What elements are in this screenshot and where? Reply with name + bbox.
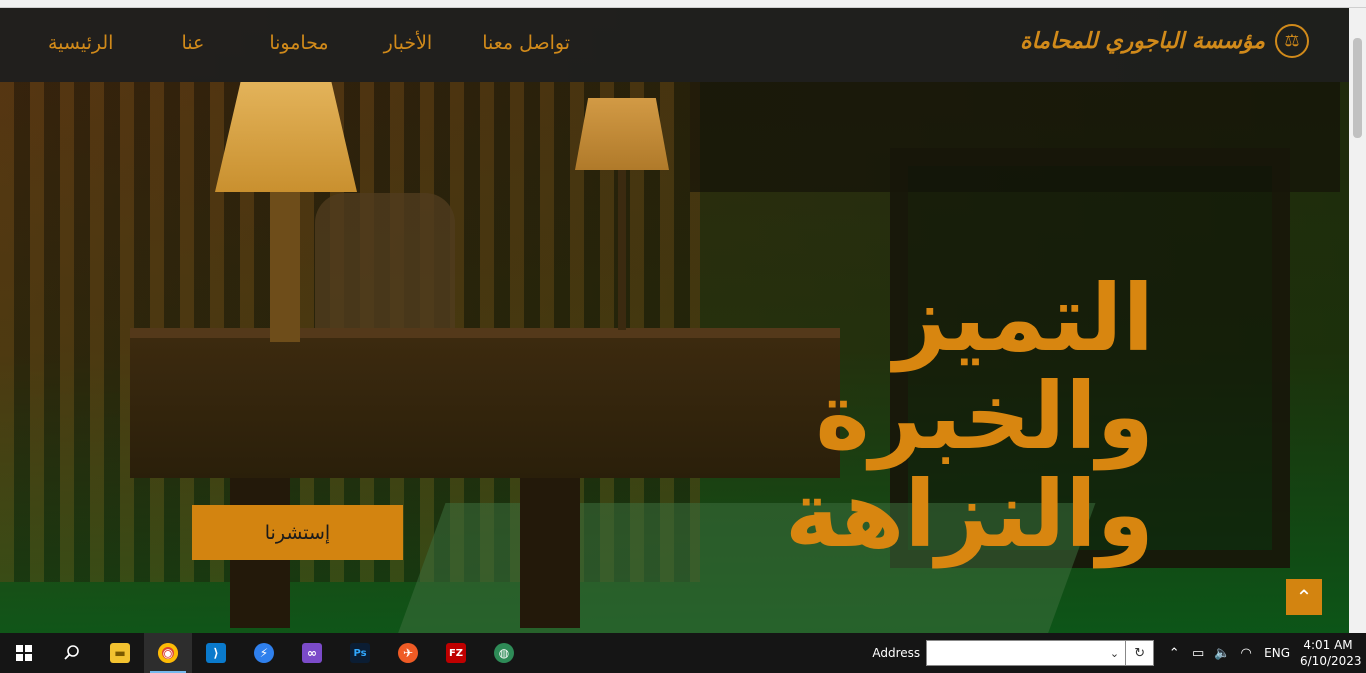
nav-menu: الرئيسية عنا محامونا الأخبار تواصل معنا bbox=[48, 32, 570, 54]
volume-icon[interactable]: 🔈 bbox=[1210, 646, 1234, 661]
hero-background-desk bbox=[130, 328, 840, 478]
consult-us-button[interactable]: إستشرنا bbox=[192, 505, 403, 560]
chrome-icon: ◉ bbox=[158, 643, 178, 663]
taskbar-app-visual-studio[interactable]: ∞ bbox=[288, 633, 336, 673]
search-button[interactable] bbox=[48, 633, 96, 673]
file-explorer-icon: ▬ bbox=[110, 643, 130, 663]
windows-taskbar: ▬ ◉ ⟩ ⚡ ∞ Ps ✈ FZ ◍ Address ⌄ ↻ ⌃ ▭ 🔈 ◠ … bbox=[0, 633, 1366, 673]
taskbar-clock[interactable]: 4:01 AM 6/10/2023 bbox=[1300, 637, 1362, 669]
network-globe-icon: ◍ bbox=[494, 643, 514, 663]
postman-icon: ✈ bbox=[398, 643, 418, 663]
search-icon bbox=[64, 645, 79, 660]
app-blue-icon: ⚡ bbox=[254, 643, 274, 663]
taskbar-app-blue[interactable]: ⚡ bbox=[240, 633, 288, 673]
page-scrollbar[interactable] bbox=[1349, 8, 1366, 633]
site-navbar: الرئيسية عنا محامونا الأخبار تواصل معنا … bbox=[0, 8, 1349, 82]
scrollbar-thumb[interactable] bbox=[1353, 38, 1362, 138]
battery-icon[interactable]: ▭ bbox=[1186, 646, 1210, 661]
logo-text: مؤسسة الباجوري للمحاماة bbox=[1020, 28, 1265, 54]
browser-top-edge bbox=[0, 0, 1366, 8]
scales-icon: ⚖ bbox=[1275, 24, 1309, 58]
refresh-icon[interactable]: ↻ bbox=[1126, 640, 1155, 666]
hero-background-chair bbox=[315, 193, 455, 333]
hero-background-desk-leg bbox=[520, 478, 580, 628]
wifi-icon[interactable]: ◠ bbox=[1234, 646, 1258, 661]
headline-line: التميز bbox=[893, 265, 1154, 372]
taskbar-app-file-explorer[interactable]: ▬ bbox=[96, 633, 144, 673]
taskbar-app-photoshop[interactable]: Ps bbox=[336, 633, 384, 673]
nav-item-contact[interactable]: تواصل معنا bbox=[482, 32, 570, 54]
hero-background-lamp-base bbox=[270, 192, 300, 342]
taskbar-app-filezilla[interactable]: FZ bbox=[432, 633, 480, 673]
taskbar-app-vscode[interactable]: ⟩ bbox=[192, 633, 240, 673]
input-language-indicator[interactable]: ENG bbox=[1264, 646, 1290, 660]
chevron-up-icon[interactable]: ⌃ bbox=[1162, 646, 1186, 661]
nav-item-home[interactable]: الرئيسية bbox=[48, 32, 113, 54]
taskbar-app-chrome[interactable]: ◉ bbox=[144, 633, 192, 673]
hero-section: التميز والخبرة والنزاهة إستشرنا ⌃ bbox=[0, 8, 1349, 633]
visual-studio-icon: ∞ bbox=[302, 643, 322, 663]
headline-line: والخبرة bbox=[815, 363, 1154, 470]
address-toolbar-label: Address bbox=[872, 646, 921, 660]
clock-time: 4:01 AM bbox=[1303, 638, 1353, 652]
hero-background-lamp bbox=[575, 98, 669, 170]
site-logo[interactable]: ⚖ مؤسسة الباجوري للمحاماة bbox=[1020, 24, 1309, 58]
filezilla-icon: FZ bbox=[446, 643, 466, 663]
headline-line: والنزاهة bbox=[784, 461, 1154, 568]
back-to-top-button[interactable]: ⌃ bbox=[1286, 579, 1322, 615]
address-input[interactable]: ⌄ bbox=[926, 640, 1127, 666]
nav-item-about[interactable]: عنا bbox=[181, 32, 204, 54]
page-viewport: التميز والخبرة والنزاهة إستشرنا ⌃ الرئيس… bbox=[0, 8, 1349, 633]
start-button[interactable] bbox=[0, 633, 48, 673]
chevron-up-icon: ⌃ bbox=[1295, 585, 1313, 609]
nav-item-news[interactable]: الأخبار bbox=[384, 32, 433, 54]
clock-date: 6/10/2023 bbox=[1300, 654, 1362, 668]
nav-item-lawyers[interactable]: محامونا bbox=[269, 32, 328, 54]
hero-headline: التميز والخبرة والنزاهة bbox=[754, 270, 1154, 564]
windows-logo-icon bbox=[16, 645, 32, 661]
vscode-icon: ⟩ bbox=[206, 643, 226, 663]
hero-background-lamp-pole bbox=[618, 170, 626, 330]
photoshop-icon: Ps bbox=[350, 643, 370, 663]
taskbar-app-postman[interactable]: ✈ bbox=[384, 633, 432, 673]
taskbar-app-network[interactable]: ◍ bbox=[480, 633, 528, 673]
system-tray: Address ⌄ ↻ ⌃ ▭ 🔈 ◠ ENG 4:01 AM 6/10/202… bbox=[872, 633, 1366, 673]
chevron-down-icon[interactable]: ⌄ bbox=[1104, 647, 1125, 660]
